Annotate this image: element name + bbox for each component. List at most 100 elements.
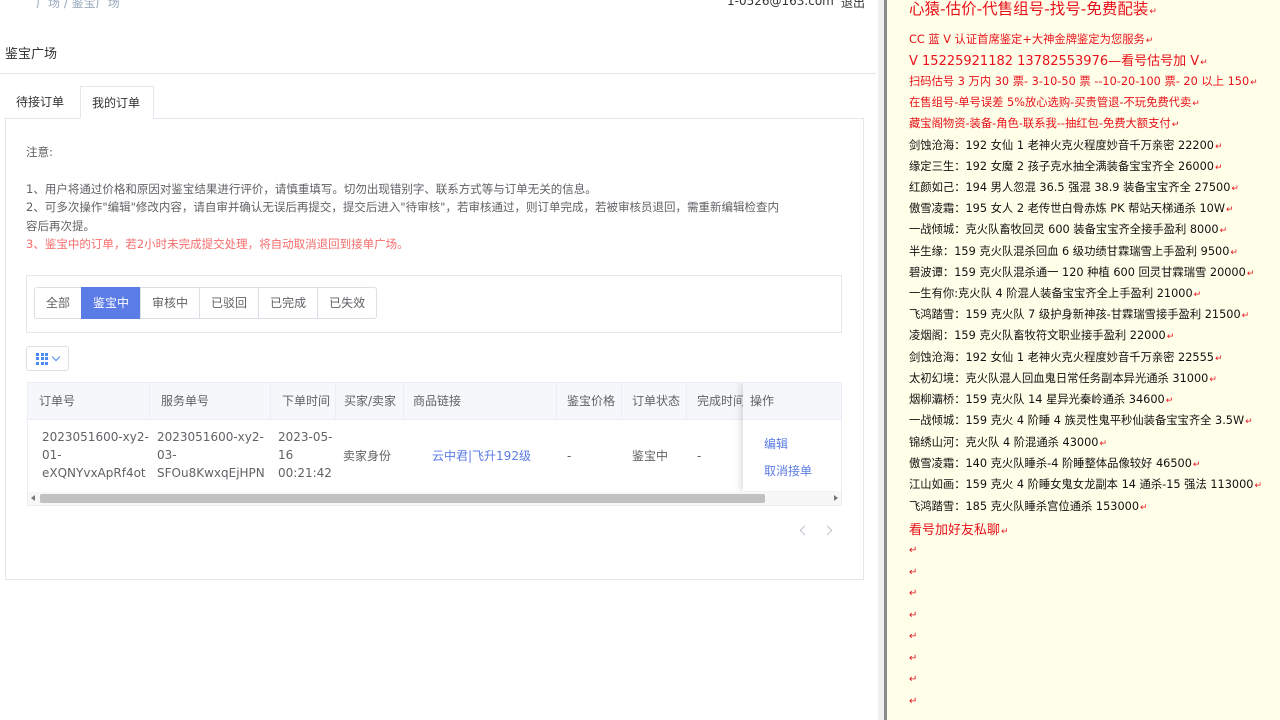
doc-line-text: 剑蚀沧海：192 女仙 1 老神火克火程度妙音千万亲密 22555 bbox=[909, 351, 1214, 364]
horizontal-scrollbar[interactable] bbox=[28, 492, 841, 505]
doc-line-text: 碧波谭：159 克火队混杀通一 120 种植 600 回灵甘霖瑞雪 20000 bbox=[909, 266, 1246, 279]
service-no-part: 2023051600-xy2- bbox=[157, 430, 264, 444]
table-header: 订单号 服务单号 下单时间 买家/卖家 商品链接 鉴宝价格 订单状态 完成时间 bbox=[28, 383, 841, 420]
col-status[interactable]: 订单状态 bbox=[622, 383, 687, 419]
divider bbox=[0, 73, 876, 74]
paragraph-mark-icon: ↵ bbox=[1215, 163, 1223, 173]
empty-paragraph-mark-icon: ↵ bbox=[909, 566, 918, 578]
chevron-left-icon[interactable] bbox=[799, 525, 810, 536]
logout-link[interactable]: 退出 bbox=[841, 0, 865, 11]
top-navbar: 广场 / 鉴宝广场 1-0526@163.com 退出 bbox=[0, 0, 878, 14]
paragraph-mark-icon: ↵ bbox=[1193, 290, 1202, 300]
doc-line: 剑蚀沧海：192 女仙 1 老神火克火程度妙音千万亲密 22200↵ bbox=[909, 137, 1223, 153]
doc-line: 烟柳灞桥：159 克火队 14 星异光秦岭通杀 34600↵ bbox=[909, 391, 1173, 407]
time-part: 16 bbox=[278, 448, 294, 462]
doc-line: 红颜如己：194 男人忽混 36.5 强混 38.9 装备宝宝齐全 27500↵ bbox=[909, 179, 1239, 195]
paragraph-mark-icon: ↵ bbox=[1192, 460, 1201, 470]
paragraph-mark-icon: ↵ bbox=[1215, 354, 1223, 364]
col-order-no[interactable]: 订单号 bbox=[28, 383, 150, 419]
filter-completed-button[interactable]: 已完成 bbox=[258, 287, 319, 319]
doc-line-text: 看号加好友私聊 bbox=[909, 523, 1001, 538]
doc-line-text: 一战倾城：159 克火 4 阶睡 4 族灵性鬼平秒仙装备宝宝齐全 3.5W bbox=[909, 414, 1245, 427]
pagination bbox=[797, 524, 837, 538]
empty-paragraph-mark-icon: ↵ bbox=[909, 631, 918, 642]
paragraph-mark-icon: ↵ bbox=[1219, 226, 1228, 236]
edit-link[interactable]: 编辑 bbox=[743, 435, 841, 452]
tab-pending-orders[interactable]: 待接订单 bbox=[5, 86, 78, 119]
operations-column: 操作 编辑 取消接单 bbox=[743, 383, 841, 491]
paragraph-mark-icon: ↵ bbox=[1165, 396, 1174, 406]
cell-price: - bbox=[567, 449, 572, 463]
paragraph-mark-icon: ↵ bbox=[1200, 58, 1208, 68]
paragraph-mark-icon: ↵ bbox=[1171, 120, 1180, 130]
notice-line-3: 3、鉴宝中的订单，若2小时未完成提交处理，将自动取消退回到接单广场。 bbox=[26, 237, 409, 251]
doc-line-text: 藏宝阁物资-装备-角色-联系我--抽红包-免费大额支付 bbox=[909, 117, 1171, 130]
app-window: 广场 / 鉴宝广场 1-0526@163.com 退出 鉴宝广场 待接订单 我的… bbox=[0, 0, 878, 720]
scroll-right-icon[interactable] bbox=[834, 495, 838, 501]
doc-line: 太初幻境：克火队混人回血鬼日常任务副本异光通杀 31000↵ bbox=[909, 370, 1217, 386]
cell-order-no: 2023051600-xy2- 01- eXQNYvxApRf4ot bbox=[30, 420, 150, 492]
service-no-part: 03- bbox=[157, 448, 177, 462]
filter-rejected-button[interactable]: 已驳回 bbox=[199, 287, 260, 319]
doc-line-text: 一生有你:克火队 4 阶混人装备宝宝齐全上手盈利 21000 bbox=[909, 287, 1193, 300]
doc-line-text: 剑蚀沧海：192 女仙 1 老神火克火程度妙音千万亲密 22200 bbox=[909, 139, 1214, 152]
tab-my-orders[interactable]: 我的订单 bbox=[80, 86, 154, 119]
doc-line: 一生有你:克火队 4 阶混人装备宝宝齐全上手盈利 21000↵ bbox=[909, 285, 1201, 301]
hamburger-icon[interactable] bbox=[0, 0, 14, 6]
doc-line-text: 飞鸿踏雪：185 克火队睡杀宫位通杀 153000 bbox=[909, 500, 1140, 513]
order-no-part: 2023051600-xy2- bbox=[42, 430, 149, 444]
empty-paragraph-mark-icon: ↵ bbox=[909, 695, 918, 707]
empty-paragraph-mark-icon: ↵ bbox=[909, 652, 918, 664]
doc-line: 飞鸿踏雪：159 克火队 7 级护身新神孩-甘霖瑞雪接手盈利 21500↵ bbox=[909, 306, 1249, 322]
doc-line: 看号加好友私聊↵ bbox=[909, 519, 1009, 538]
notice-line-2: 2、可多次操作"编辑"修改内容，请自审并确认无误后再提交，提交后进入"待审核"，… bbox=[26, 200, 779, 214]
doc-line: 剑蚀沧海：192 女仙 1 老神火克火程度妙音千万亲密 22555↵ bbox=[909, 349, 1223, 365]
doc-line: 一战倾城：159 克火 4 阶睡 4 族灵性鬼平秒仙装备宝宝齐全 3.5W↵ bbox=[909, 412, 1253, 428]
cell-service-no: 2023051600-xy2- 03- SFOu8KwxqEjHPN bbox=[145, 420, 270, 492]
paragraph-mark-icon: ↵ bbox=[1215, 142, 1223, 152]
paragraph-mark-icon: ↵ bbox=[1149, 7, 1157, 17]
doc-line: 飞鸿踏雪：185 克火队睡杀宫位通杀 153000↵ bbox=[909, 498, 1148, 514]
cell-role: 卖家身份 bbox=[343, 449, 392, 463]
service-no-part: SFOu8KwxqEjHPN bbox=[157, 466, 265, 480]
chevron-down-icon bbox=[51, 352, 61, 362]
paragraph-mark-icon: ↵ bbox=[1001, 527, 1009, 537]
paragraph-mark-icon: ↵ bbox=[1099, 439, 1108, 449]
notice-line-2b: 容后再次提。 bbox=[26, 218, 95, 233]
doc-line-text: 红颜如己：194 男人忽混 36.5 强混 38.9 装备宝宝齐全 27500 bbox=[909, 181, 1231, 194]
filter-expired-button[interactable]: 已失效 bbox=[317, 287, 378, 319]
chevron-right-icon[interactable] bbox=[822, 525, 833, 536]
cancel-order-link[interactable]: 取消接单 bbox=[743, 462, 841, 479]
status-filter-group: 全部 鉴宝中 审核中 已驳回 已完成 已失效 bbox=[34, 287, 378, 319]
doc-line: 凌烟阁：159 克火队畜牧符文职业接手盈利 22000↵ bbox=[909, 327, 1174, 343]
doc-line: 江山如画：159 克火 4 阶睡女鬼女龙副本 14 通杀-15 强法 11300… bbox=[909, 476, 1262, 492]
orders-table: 订单号 服务单号 下单时间 买家/卖家 商品链接 鉴宝价格 订单状态 完成时间 … bbox=[27, 382, 842, 506]
doc-line-text: 烟柳灞桥：159 克火队 14 星异光秦岭通杀 34600 bbox=[909, 393, 1165, 406]
col-order-time[interactable]: 下单时间 bbox=[271, 383, 336, 419]
doc-line: 傲雪凌霜：195 女人 2 老传世白骨赤炼 PK 帮站天梯通杀 10W↵ bbox=[909, 200, 1234, 216]
col-price[interactable]: 鉴宝价格 bbox=[557, 383, 622, 419]
scroll-thumb[interactable] bbox=[40, 494, 765, 503]
col-operations: 操作 bbox=[743, 383, 841, 420]
column-settings-button[interactable] bbox=[26, 346, 69, 371]
empty-paragraph-mark-icon: ↵ bbox=[909, 674, 918, 685]
scroll-left-icon[interactable] bbox=[31, 495, 35, 501]
filter-all-button[interactable]: 全部 bbox=[34, 287, 83, 319]
doc-line: CC 蓝 V 认证首席鉴定+大神金牌鉴定为您服务↵ bbox=[909, 31, 1153, 47]
filter-appraising-button[interactable]: 鉴宝中 bbox=[81, 287, 142, 319]
doc-line: 在售组号-单号误差 5%放心选购-买贵管退-不玩免费代卖↵ bbox=[909, 94, 1200, 110]
paragraph-mark-icon: ↵ bbox=[1140, 503, 1148, 513]
product-link[interactable]: 云中君|飞升192级 bbox=[432, 449, 531, 463]
filter-reviewing-button[interactable]: 审核中 bbox=[140, 287, 201, 319]
notice-block: 注意: 1、用户将通过价格和原因对鉴宝结果进行评价，请慎重填写。切勿出现错别字、… bbox=[26, 143, 846, 254]
doc-line: 锦绣山河：克火队 4 阶混通杀 43000↵ bbox=[909, 434, 1107, 450]
col-buyer-seller[interactable]: 买家/卖家 bbox=[336, 383, 404, 419]
time-part: 2023-05- bbox=[278, 430, 333, 444]
doc-line: 一战倾城：克火队畜牧回灵 600 装备宝宝齐全接手盈利 8000↵ bbox=[909, 221, 1227, 237]
cell-product-link: 云中君|飞升192级 bbox=[420, 420, 560, 492]
notice-title: 注意: bbox=[26, 145, 53, 159]
doc-line-text: 凌烟阁：159 克火队畜牧符文职业接手盈利 22000 bbox=[909, 329, 1166, 342]
col-product-link[interactable]: 商品链接 bbox=[404, 383, 557, 419]
col-service-no[interactable]: 服务单号 bbox=[150, 383, 271, 419]
doc-line: 半生缘：159 克火队混杀回血 6 级功绩甘霖瑞雪上手盈利 9500↵ bbox=[909, 243, 1238, 259]
